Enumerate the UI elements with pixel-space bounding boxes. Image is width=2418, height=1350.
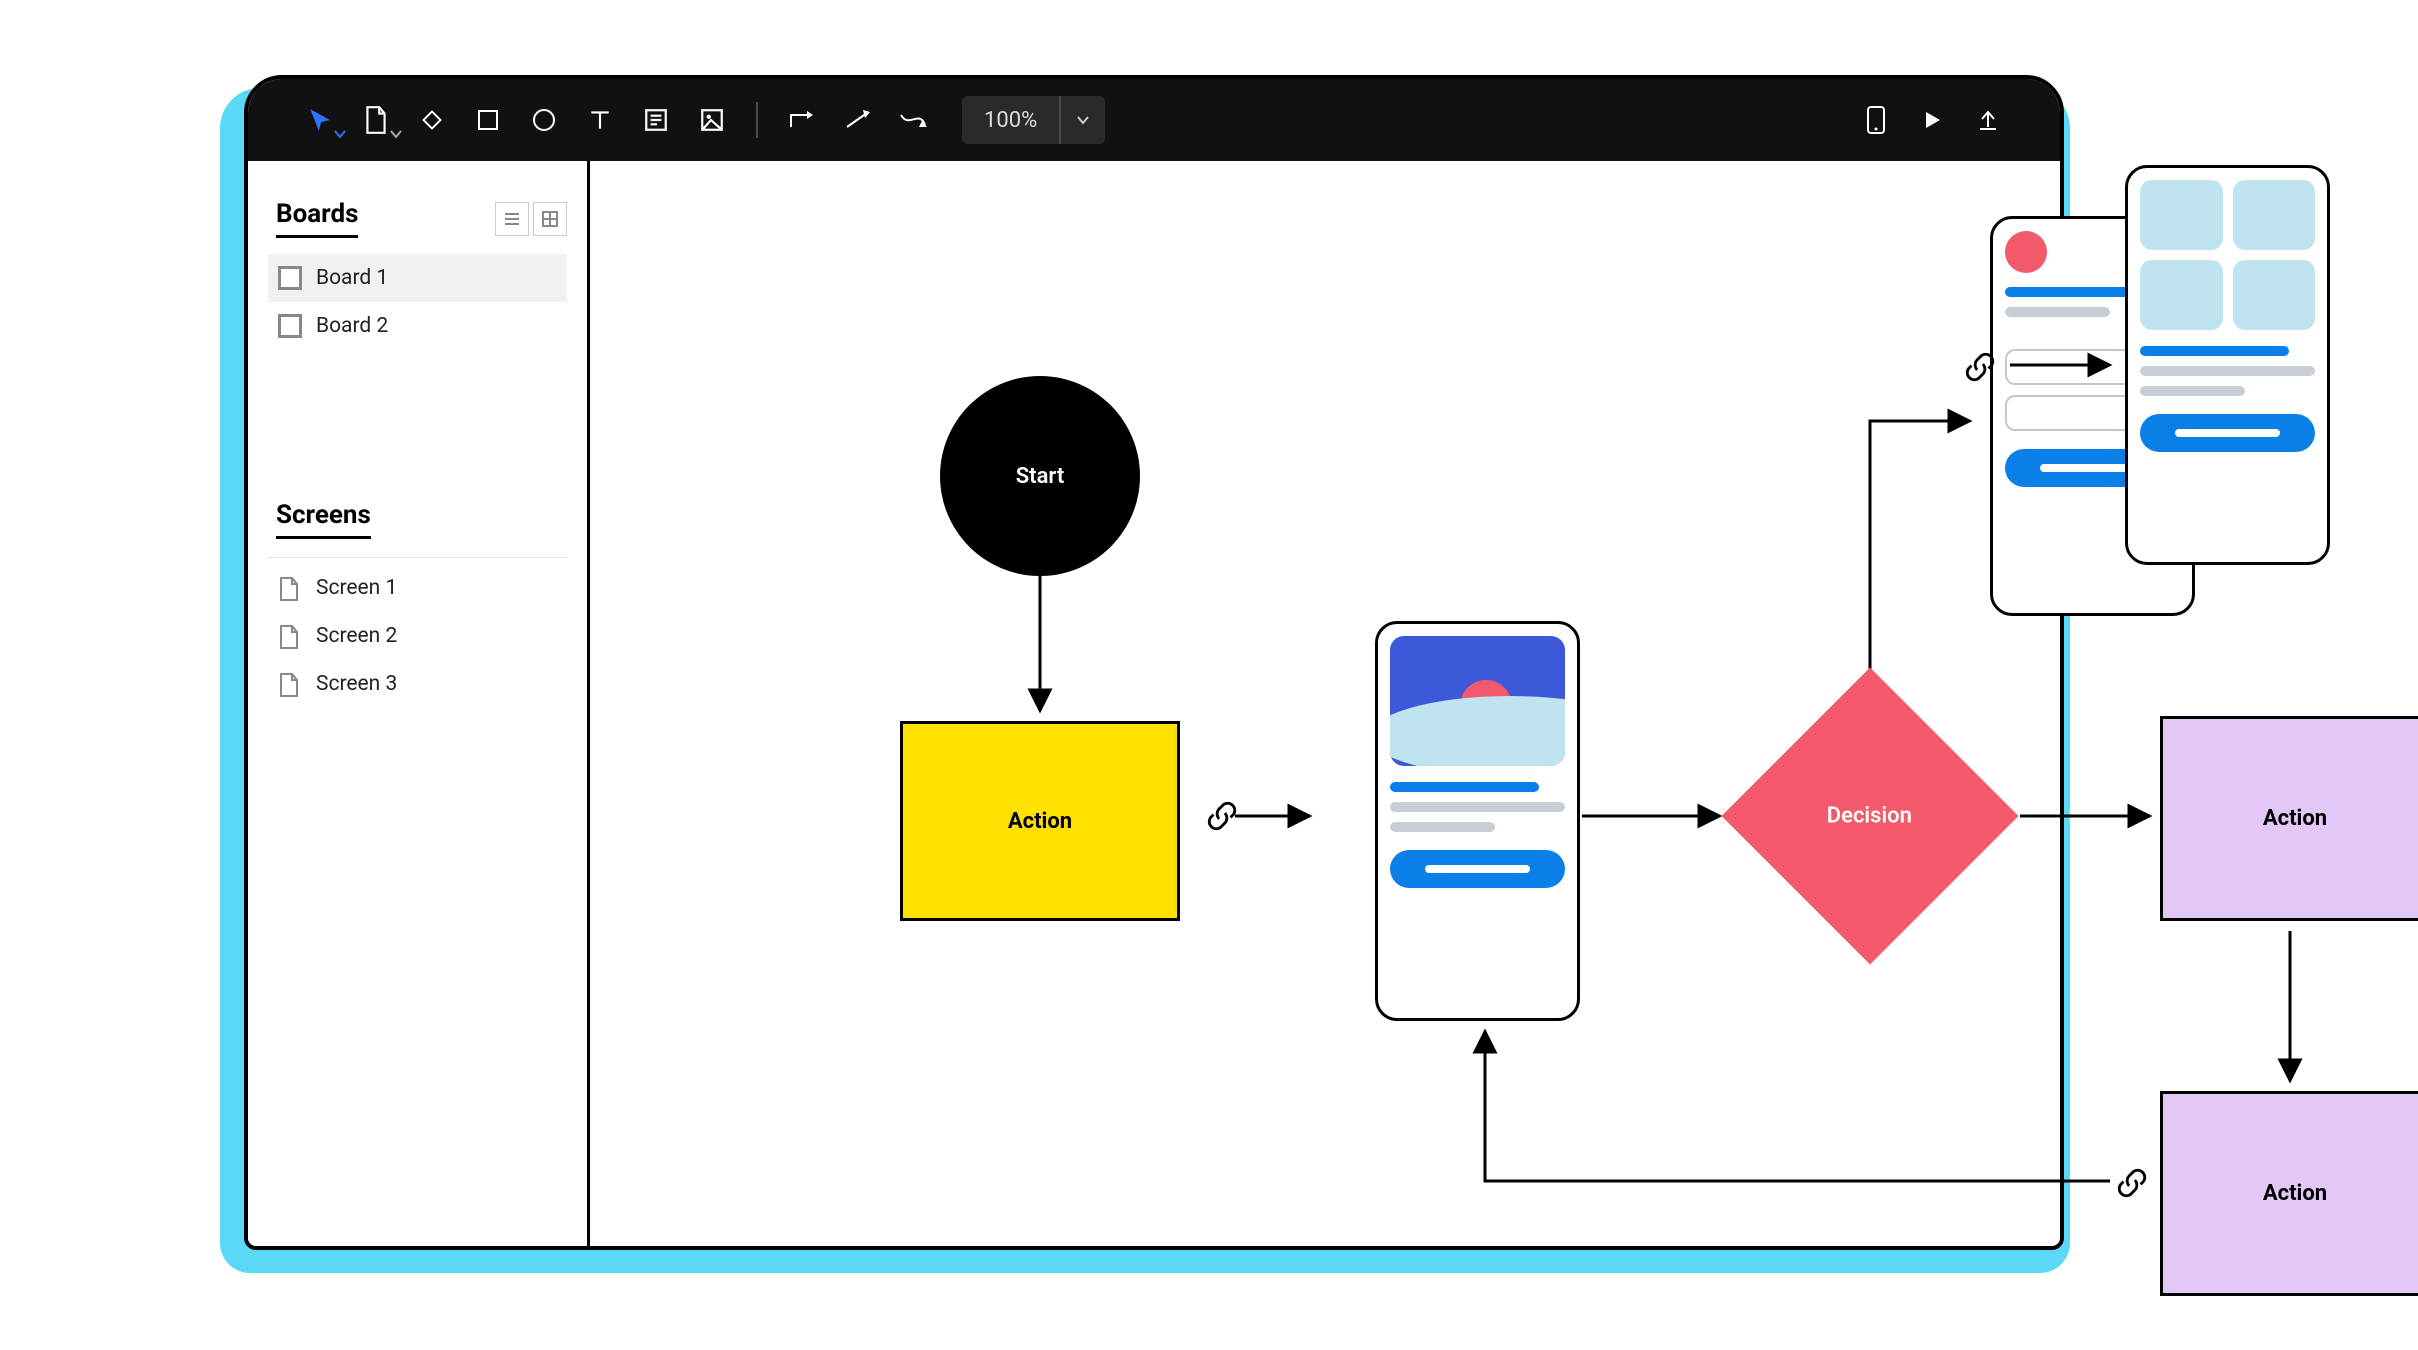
decision-node[interactable]: Decision <box>1765 711 1975 921</box>
screen-label: Screen 3 <box>316 672 397 696</box>
curve-connector-tool[interactable] <box>890 96 938 144</box>
connector <box>2010 345 2130 385</box>
zoom-dropdown[interactable] <box>1059 96 1105 144</box>
action-node[interactable]: Action <box>2160 1091 2418 1296</box>
selection-tool[interactable] <box>296 96 344 144</box>
upload-button[interactable] <box>1964 96 2012 144</box>
straight-connector-tool[interactable] <box>834 96 882 144</box>
sidebar: Boards Board 1 <box>248 161 590 1246</box>
board-icon <box>278 314 302 338</box>
mockup-text-line <box>2140 386 2245 396</box>
elbow-connector-tool[interactable] <box>778 96 826 144</box>
ellipse-shape-tool[interactable] <box>520 96 568 144</box>
action-label: Action <box>1008 809 1072 834</box>
boards-heading: Boards <box>276 199 358 238</box>
new-file-tool[interactable] <box>352 96 400 144</box>
link-icon[interactable] <box>2110 1161 2154 1205</box>
screen-item[interactable]: Screen 3 <box>268 660 567 708</box>
mockup-tile <box>2140 260 2223 330</box>
image-tool[interactable] <box>688 96 736 144</box>
boards-list: Board 1 Board 2 <box>268 254 567 350</box>
app-window: 100% Boards <box>244 75 2064 1250</box>
mockup-text-line <box>1390 822 1495 832</box>
board-item[interactable]: Board 1 <box>268 254 567 302</box>
action-label: Action <box>2263 1181 2327 1206</box>
board-item[interactable]: Board 2 <box>268 302 567 350</box>
mockup-text-line <box>2140 366 2315 376</box>
zoom-value: 100% <box>962 108 1059 133</box>
mockup-cta-button <box>2140 414 2315 452</box>
diamond-shape-tool[interactable] <box>408 96 456 144</box>
mockup-tile <box>2140 180 2223 250</box>
action-label: Action <box>2263 806 2327 831</box>
action-node[interactable]: Action <box>900 721 1180 921</box>
board-icon <box>278 266 302 290</box>
canvas[interactable]: Start Action <box>590 161 2060 1246</box>
mockup-text-line <box>1390 802 1565 812</box>
board-label: Board 2 <box>316 314 388 338</box>
screens-list: Screen 1 Screen 2 Screen 3 <box>268 564 567 708</box>
list-view-toggle[interactable] <box>495 202 529 236</box>
mockup-text-line <box>2140 346 2289 356</box>
mockup-text-line <box>2005 307 2110 317</box>
page-icon <box>278 624 302 648</box>
screen-item[interactable]: Screen 2 <box>268 612 567 660</box>
toolbar: 100% <box>248 79 2060 161</box>
page-icon <box>278 672 302 696</box>
page-icon <box>278 576 302 600</box>
screens-heading: Screens <box>276 500 371 539</box>
screen-mockup[interactable] <box>2125 165 2330 565</box>
note-tool[interactable] <box>632 96 680 144</box>
link-icon[interactable] <box>1200 794 1244 838</box>
screen-mockup[interactable] <box>1375 621 1580 1021</box>
mockup-text-line <box>1390 782 1539 792</box>
start-label: Start <box>1016 464 1064 489</box>
mockup-tile <box>2233 260 2316 330</box>
mockup-cta-button <box>1390 850 1565 888</box>
screen-item[interactable]: Screen 1 <box>268 564 567 612</box>
board-label: Board 1 <box>316 266 388 290</box>
mockup-hero-image <box>1390 636 1565 766</box>
action-node[interactable]: Action <box>2160 716 2418 921</box>
decision-label: Decision <box>1827 804 1912 829</box>
start-node[interactable]: Start <box>940 376 1140 576</box>
toolbar-separator <box>756 102 758 138</box>
text-tool[interactable] <box>576 96 624 144</box>
screen-label: Screen 1 <box>316 576 397 600</box>
mockup-tile <box>2233 180 2316 250</box>
play-button[interactable] <box>1908 96 1956 144</box>
device-preview-button[interactable] <box>1852 96 1900 144</box>
zoom-control[interactable]: 100% <box>962 96 1105 144</box>
rectangle-shape-tool[interactable] <box>464 96 512 144</box>
link-icon[interactable] <box>1958 345 2002 389</box>
grid-view-toggle[interactable] <box>533 202 567 236</box>
mockup-avatar <box>2005 231 2047 273</box>
screen-label: Screen 2 <box>316 624 397 648</box>
